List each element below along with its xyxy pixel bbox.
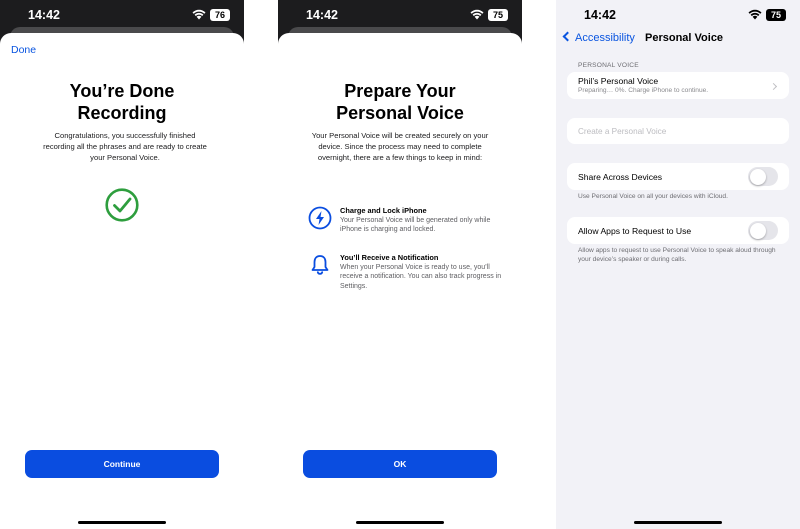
allow-footnote: Allow apps to request to use Personal Vo…	[578, 247, 776, 263]
wifi-icon	[470, 9, 484, 20]
voice-cell[interactable]: Phil’s Personal Voice Preparing… 0%. Cha…	[567, 72, 789, 99]
page-title: You’re Done Recording	[69, 81, 175, 123]
share-footnote: Use Personal Voice on all your devices w…	[578, 193, 728, 200]
screen-prepare-voice: 14:42 75 Prepare Your Personal Voice You…	[278, 0, 522, 529]
checkmark-circle-icon	[105, 188, 139, 222]
status-time: 14:42	[306, 8, 338, 22]
modal-sheet: Prepare Your Personal Voice Your Persona…	[278, 33, 522, 529]
screen-done-recording: 14:42 76 Done You’re Done Recording Cong…	[0, 0, 244, 529]
status-bar: 14:42 75	[556, 0, 800, 30]
home-indicator	[78, 521, 166, 524]
home-indicator	[356, 521, 444, 524]
wifi-icon	[748, 9, 762, 20]
info-row-notification: You’ll Receive a Notification When your …	[308, 253, 502, 293]
page-description: Your Personal Voice will be created secu…	[311, 131, 489, 162]
wifi-icon	[192, 9, 206, 20]
battery-icon: 76	[210, 9, 230, 21]
battery-icon: 75	[488, 9, 508, 21]
modal-sheet: Done You’re Done Recording Congratulatio…	[0, 33, 244, 529]
back-button[interactable]: Accessibility	[562, 31, 635, 44]
ok-button[interactable]: OK	[303, 450, 497, 478]
info-description: When your Personal Voice is ready to use…	[340, 264, 502, 290]
voice-name: Phil’s Personal Voice	[578, 76, 659, 86]
bell-icon	[311, 255, 329, 275]
allow-apps-cell: Allow Apps to Request to Use	[567, 217, 789, 244]
status-bar: 14:42 76	[0, 0, 244, 30]
share-toggle[interactable]	[748, 167, 778, 186]
toggle-knob	[749, 222, 766, 239]
status-time: 14:42	[584, 8, 616, 22]
info-text: You’ll Receive a Notification When your …	[340, 253, 502, 291]
page-title: Prepare Your Personal Voice	[336, 81, 464, 123]
info-description: Your Personal Voice will be generated on…	[340, 217, 491, 234]
continue-button[interactable]: Continue	[25, 450, 219, 478]
lightning-icon	[308, 206, 332, 230]
info-title: You’ll Receive a Notification	[340, 253, 439, 262]
toggle-knob	[749, 168, 766, 185]
allow-label: Allow Apps to Request to Use	[578, 226, 692, 236]
battery-icon: 75	[766, 9, 786, 21]
allow-toggle[interactable]	[748, 221, 778, 240]
nav-title: Personal Voice	[645, 32, 724, 44]
chevron-left-icon	[562, 31, 573, 42]
section-header: PERSONAL VOICE	[578, 62, 639, 69]
home-indicator	[634, 521, 722, 524]
info-title: Charge and Lock iPhone	[340, 206, 427, 215]
status-bar: 14:42 75	[278, 0, 522, 30]
create-voice-cell[interactable]: Create a Personal Voice	[567, 118, 789, 144]
page-description: Congratulations, you successfully finish…	[43, 131, 207, 162]
status-time: 14:42	[28, 8, 60, 22]
info-row-charge: Charge and Lock iPhone Your Personal Voi…	[308, 206, 502, 246]
share-across-devices-cell: Share Across Devices	[567, 163, 789, 190]
info-text: Charge and Lock iPhone Your Personal Voi…	[340, 206, 502, 235]
chevron-right-icon	[769, 82, 778, 91]
done-button[interactable]: Done	[11, 44, 36, 56]
back-label: Accessibility	[575, 32, 635, 44]
create-voice-label: Create a Personal Voice	[578, 127, 667, 136]
share-label: Share Across Devices	[578, 172, 663, 182]
screen-personal-voice-settings: 14:42 75 Accessibility Personal Voice PE…	[556, 0, 800, 529]
navigation-bar: Accessibility Personal Voice	[556, 31, 800, 48]
voice-status: Preparing… 0%. Charge iPhone to continue…	[578, 87, 709, 94]
